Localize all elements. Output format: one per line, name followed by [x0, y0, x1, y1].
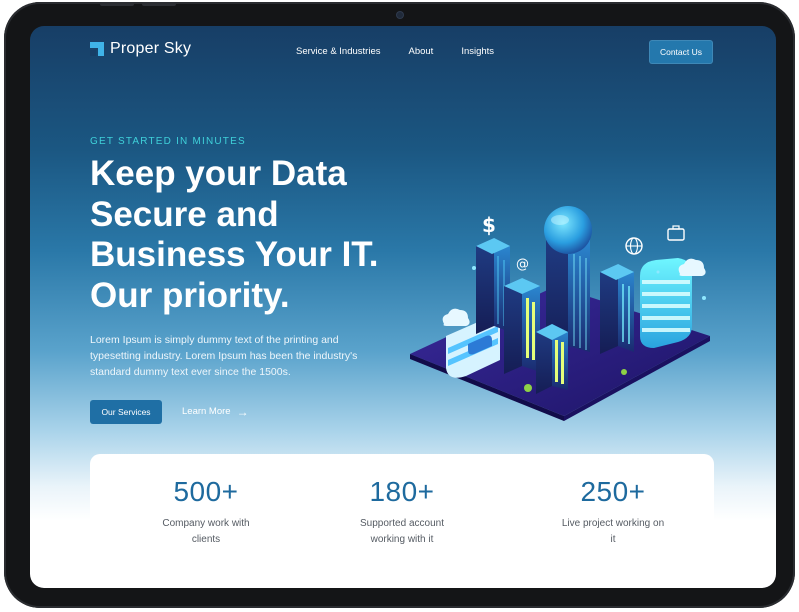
- tower-front: [536, 324, 568, 394]
- camera-icon: [396, 12, 403, 18]
- briefcase-icon: [667, 225, 685, 241]
- tower-middle: [504, 278, 540, 374]
- stat-label: Live project working on it: [561, 518, 665, 545]
- device-button: [100, 2, 134, 6]
- nav-link-insights[interactable]: Insights: [461, 46, 494, 57]
- device-button: [142, 2, 176, 6]
- isometric-city-illustration: $ @: [410, 206, 710, 421]
- stat-label: Company work with clients: [162, 518, 250, 545]
- tower-right: [600, 264, 634, 354]
- brand-name: Proper Sky: [110, 40, 192, 57]
- nav-link-about[interactable]: About: [408, 46, 433, 57]
- hero-description: Lorem Ipsum is simply dummy text of the …: [90, 334, 358, 378]
- dollar-icon: $: [482, 213, 496, 237]
- contact-us-button[interactable]: Contact Us: [649, 40, 713, 64]
- brand-logo[interactable]: Proper Sky: [90, 40, 191, 58]
- tablet-frame: Proper Sky Service & Industries About In…: [4, 2, 795, 608]
- our-services-button[interactable]: Our Services: [90, 400, 162, 424]
- arrow-right-icon: →: [236, 404, 249, 419]
- stat-accounts: 180+ Supported account working with it: [322, 476, 482, 548]
- stat-value: 500+: [173, 476, 239, 507]
- stat-companies: 500+ Company work with clients: [126, 476, 286, 548]
- top-nav: Proper Sky Service & Industries About In…: [30, 26, 776, 78]
- stat-value: 250+: [580, 476, 646, 507]
- stat-projects: 250+ Live project working on it: [533, 476, 693, 548]
- nav-link-services[interactable]: Service & Industries: [296, 46, 380, 57]
- at-icon: @: [516, 257, 529, 272]
- stat-value: 180+: [369, 476, 435, 507]
- globe-icon: [625, 237, 643, 255]
- hero-headline: Keep your Data Secure and Business Your …: [90, 154, 379, 315]
- stat-label: Supported account working with it: [360, 518, 444, 545]
- nav-links: Service & Industries About Insights: [296, 46, 522, 57]
- stats-section: 500+ Company work with clients 180+ Supp…: [90, 454, 714, 588]
- learn-more-link[interactable]: Learn More →: [182, 404, 249, 419]
- web-page: Proper Sky Service & Industries About In…: [30, 26, 776, 588]
- learn-more-label: Learn More: [182, 406, 231, 417]
- hero-eyebrow: GET STARTED IN MINUTES: [90, 136, 246, 147]
- logo-mark-icon: [90, 42, 104, 56]
